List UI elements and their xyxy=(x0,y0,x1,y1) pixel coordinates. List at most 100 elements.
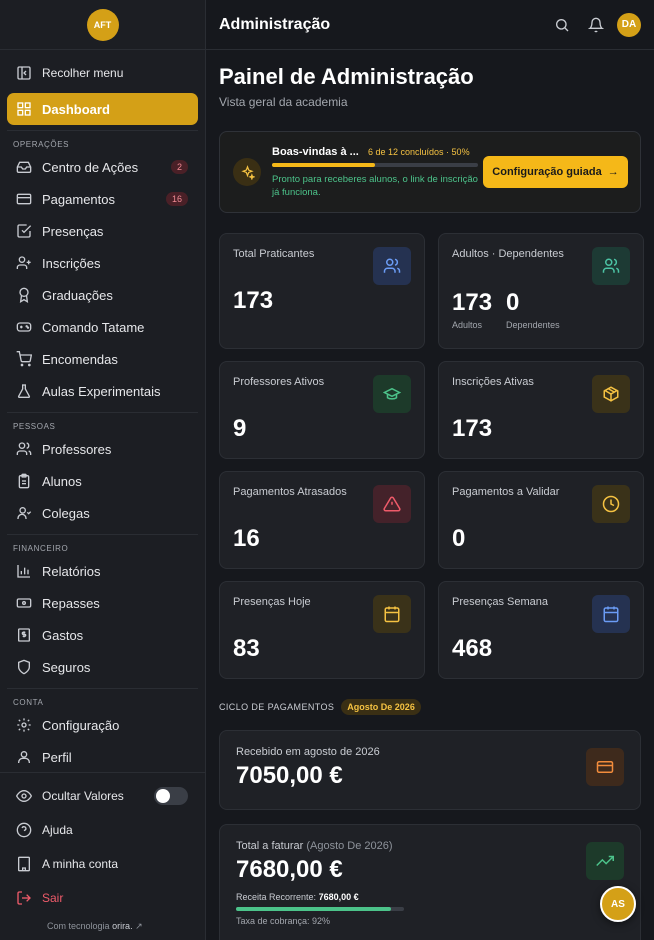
collapse-menu-button[interactable]: Recolher menu xyxy=(7,58,198,88)
sidebar-item-label: Repasses xyxy=(42,595,100,611)
sidebar-item-alunos[interactable]: Alunos xyxy=(7,465,198,497)
sidebar-item-label: Encomendas xyxy=(42,351,118,367)
logout-label: Sair xyxy=(42,891,64,905)
page-title: Painel de Administração xyxy=(219,64,474,89)
stat-value: 83 xyxy=(233,635,260,662)
sidebar-item-pagamentos[interactable]: Pagamentos 16 xyxy=(7,183,198,215)
welcome-title: Boas-vindas à ... xyxy=(272,145,359,158)
stat-card-enrollments[interactable]: Inscrições Ativas 173 xyxy=(438,361,644,459)
user-avatar[interactable]: DA xyxy=(617,12,641,37)
billing-label: Total a faturar xyxy=(236,840,304,852)
users-icon xyxy=(592,247,630,285)
sidebar-item-label: Presenças xyxy=(42,223,104,239)
hide-values-row: Ocultar Valores xyxy=(7,779,198,813)
check-square-icon xyxy=(15,222,33,240)
sidebar-item-repasses[interactable]: Repasses xyxy=(7,587,198,619)
bell-icon[interactable] xyxy=(587,16,605,34)
stats-grid: Total Praticantes 173 Adultos · Dependen… xyxy=(219,233,644,679)
receipt-icon xyxy=(15,626,33,644)
hide-values-toggle[interactable] xyxy=(154,787,188,805)
building-icon xyxy=(15,855,33,873)
sidebar-item-relatorios[interactable]: Relatórios xyxy=(7,555,198,587)
welcome-card: Boas-vindas à ... 6 de 12 concluídos · 5… xyxy=(219,131,641,213)
sidebar-item-label: Aulas Experimentais xyxy=(42,383,161,399)
help-circle-icon xyxy=(15,821,33,839)
sidebar-item-gastos[interactable]: Gastos xyxy=(7,619,198,651)
billing-period: (Agosto De 2026) xyxy=(306,840,393,852)
sidebar-item-graduacoes[interactable]: Graduações xyxy=(7,279,198,311)
section-label-pessoas: PESSOAS xyxy=(7,412,198,433)
powered-by[interactable]: Com tecnologia orira. ↗ xyxy=(7,915,198,932)
clipboard-icon xyxy=(15,472,33,490)
sidebar-item-configuracao[interactable]: Configuração xyxy=(7,709,198,741)
sidebar-item-dashboard[interactable]: Dashboard xyxy=(7,93,198,125)
academy-logo[interactable]: AFT xyxy=(86,8,119,41)
received-label: Recebido em agosto de 2026 xyxy=(236,746,380,758)
logout-button[interactable]: Sair xyxy=(7,881,198,915)
recurring-label: Receita Recorrente: xyxy=(236,892,317,902)
panel-left-icon xyxy=(15,64,33,82)
stat-value: 16 xyxy=(233,525,260,552)
sidebar-item-label: Seguros xyxy=(42,659,91,675)
received-card[interactable]: Recebido em agosto de 2026 7050,00 € xyxy=(219,730,641,810)
bar-chart-icon xyxy=(15,562,33,580)
billing-card[interactable]: Total a faturar (Agosto De 2026) 7680,00… xyxy=(219,824,641,940)
section-label-financeiro: FINANCEIRO xyxy=(7,534,198,555)
stat-value: 9 xyxy=(233,415,247,442)
stat-value: 173 xyxy=(233,287,274,314)
help-label: Ajuda xyxy=(42,823,73,837)
collection-rate-bar xyxy=(236,907,404,911)
count-badge: 2 xyxy=(170,160,188,174)
my-account-link[interactable]: A minha conta xyxy=(7,847,198,881)
sidebar-item-perfil[interactable]: Perfil xyxy=(7,741,198,773)
powered-brand: orira. xyxy=(112,921,133,931)
external-link-icon: ↗ xyxy=(135,921,143,931)
section-label-conta: CONTA xyxy=(7,688,198,709)
sidebar-item-inscricoes[interactable]: Inscrições xyxy=(7,247,198,279)
sidebar-item-label: Graduações xyxy=(42,287,113,303)
page-subtitle: Vista geral da academia xyxy=(219,95,348,109)
sidebar-item-comando-tatame[interactable]: Comando Tatame xyxy=(7,311,198,343)
sidebar-item-label: Professores xyxy=(42,441,112,457)
sidebar-item-professores[interactable]: Professores xyxy=(7,433,198,465)
dependents-sub: Dependentes xyxy=(506,320,560,330)
user-plus-icon xyxy=(15,254,33,272)
sidebar-item-centro-acoes[interactable]: Centro de Ações 2 xyxy=(7,151,198,183)
user-icon xyxy=(15,748,33,766)
stat-card-pending-validation[interactable]: Pagamentos a Validar 0 xyxy=(438,471,644,569)
help-link[interactable]: Ajuda xyxy=(7,813,198,847)
stat-card-total[interactable]: Total Praticantes 173 xyxy=(219,233,425,349)
sparkles-icon xyxy=(233,158,261,186)
credit-card-icon xyxy=(15,190,33,208)
inbox-icon xyxy=(15,158,33,176)
stat-card-adults-dependents[interactable]: Adultos · Dependentes 173 Adultos 0 Depend… xyxy=(438,233,644,349)
sidebar-item-aulas-experimentais[interactable]: Aulas Experimentais xyxy=(7,375,198,407)
sidebar-item-label: Configuração xyxy=(42,717,120,733)
sidebar-item-label: Centro de Ações xyxy=(42,159,139,175)
search-icon[interactable] xyxy=(553,16,571,34)
payment-cycle-header: CICLO DE PAGAMENTOS Agosto De 2026 xyxy=(219,699,641,715)
adults-value: 173 xyxy=(452,289,493,316)
stat-card-attendance-week[interactable]: Presenças Semana 468 xyxy=(438,581,644,679)
stat-card-attendance-today[interactable]: Presenças Hoje 83 xyxy=(219,581,425,679)
sidebar-item-colegas[interactable]: Colegas xyxy=(7,497,198,529)
sidebar-item-label: Perfil xyxy=(42,749,72,765)
stat-card-teachers[interactable]: Professores Ativos 9 xyxy=(219,361,425,459)
stat-card-late-payments[interactable]: Pagamentos Atrasados 16 xyxy=(219,471,425,569)
sidebar-footer: Ocultar Valores Ajuda A minha conta Sair… xyxy=(0,772,205,940)
guided-setup-button[interactable]: Configuração guiada → xyxy=(483,156,628,188)
gamepad-icon xyxy=(15,318,33,336)
dashboard-content: Painel de Administração Vista geral da a… xyxy=(206,50,654,940)
graduation-cap-icon xyxy=(373,375,411,413)
sidebar-item-label: Comando Tatame xyxy=(42,319,145,335)
package-icon xyxy=(592,375,630,413)
main-area: Administração DA Painel de Administração… xyxy=(206,0,654,940)
setup-progress-fill xyxy=(272,162,375,167)
floating-avatar-button[interactable]: AS xyxy=(600,886,636,922)
credit-card-icon xyxy=(586,748,624,786)
sidebar-item-presencas[interactable]: Presenças xyxy=(7,215,198,247)
sidebar-item-encomendas[interactable]: Encomendas xyxy=(7,343,198,375)
contact-icon xyxy=(15,504,33,522)
sidebar-item-label: Dashboard xyxy=(42,101,110,117)
sidebar-item-seguros[interactable]: Seguros xyxy=(7,651,198,683)
